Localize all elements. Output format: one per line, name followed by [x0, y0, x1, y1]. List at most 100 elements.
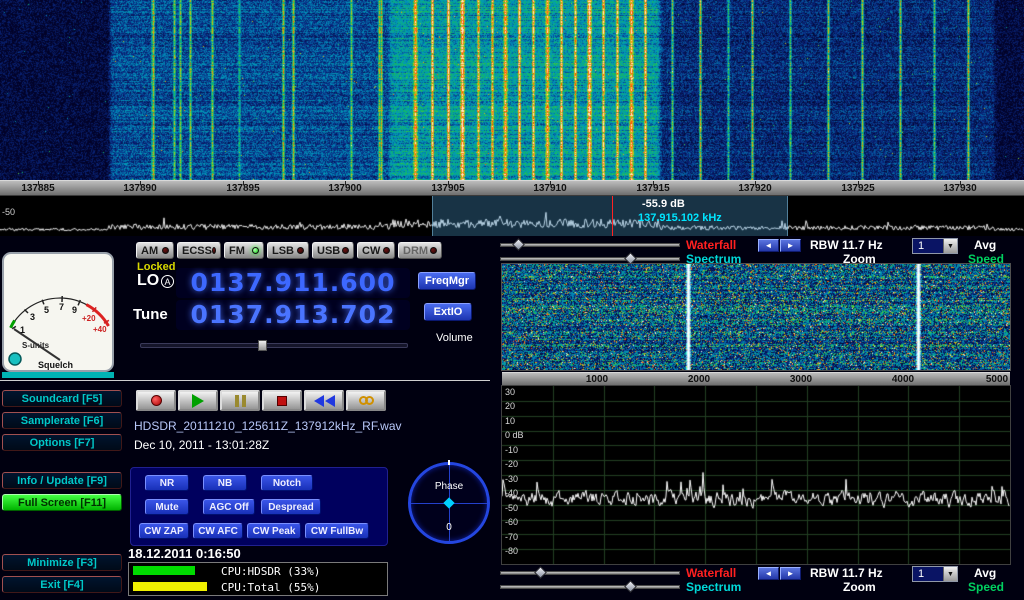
freq-tick-label: 137900 — [315, 183, 375, 194]
freq-tick-label: 137930 — [930, 183, 990, 194]
chevron-down-icon[interactable]: ▼ — [943, 239, 957, 253]
mode-button-usb[interactable]: USB — [312, 242, 354, 259]
usb-led-icon — [342, 247, 349, 254]
stop-button[interactable] — [262, 390, 302, 411]
waterfall-label-2: Waterfall — [686, 566, 736, 580]
freqmgr-button[interactable]: FreqMgr — [418, 272, 476, 290]
db-tick-label: 20 — [505, 401, 515, 411]
waterfall-label: Waterfall — [686, 238, 736, 252]
mode-button-lsb[interactable]: LSB — [267, 242, 309, 259]
info-update-button[interactable]: Info / Update [F9] — [2, 472, 122, 489]
spectrum-zoom-thumb[interactable] — [624, 252, 637, 265]
rbw-label: RBW 11.7 Hz — [810, 238, 883, 252]
phase-value: 0 — [411, 522, 487, 533]
freq-tick-label: 137890 — [110, 183, 170, 194]
signal-db-readout: -55.9 dB — [642, 198, 685, 210]
play-button[interactable] — [178, 390, 218, 411]
play-icon — [192, 394, 204, 408]
mode-button-drm[interactable]: DRM — [398, 242, 442, 259]
notch-button[interactable]: Notch — [261, 475, 313, 491]
date-time-display: 18.12.2011 0:16:50 — [128, 546, 241, 561]
signal-level-bar — [2, 372, 114, 378]
freq-tick-label: 137885 — [8, 183, 68, 194]
af-tick-label: 4000 — [873, 374, 933, 385]
despread-button[interactable]: Despread — [261, 499, 321, 515]
shift-left-button-2[interactable]: ◄ — [758, 567, 779, 580]
s-meter[interactable]: 1 3 5 7 9 +20 +40 S-units Squelch — [2, 252, 114, 372]
avg-select-2[interactable]: 1 ▼ — [912, 566, 958, 582]
dsp-panel: NR NB Notch Mute AGC Off Despread CW ZAP… — [130, 467, 388, 546]
mode-button-ecss[interactable]: ECSS — [177, 242, 221, 259]
main-waterfall-display[interactable] — [0, 0, 1024, 180]
meter-tick-label: +40 — [93, 325, 107, 334]
freq-tick-label: 137905 — [418, 183, 478, 194]
main-spectrum-strip[interactable]: -50 -55.9 dB 137.915.102 kHz — [0, 196, 1024, 236]
am-led-icon — [162, 247, 169, 254]
avg-label: Avg — [974, 238, 996, 252]
cw-peak-button[interactable]: CW Peak — [247, 523, 301, 539]
tune-marker[interactable] — [612, 196, 613, 236]
mode-button-am[interactable]: AM — [136, 242, 174, 259]
tune-frequency-display[interactable]: 0137.913.702 — [176, 300, 410, 330]
zoom-label-2: Zoom — [843, 580, 876, 594]
pause-button[interactable] — [220, 390, 260, 411]
mode-button-cw[interactable]: CW — [357, 242, 395, 259]
squelch-knob[interactable] — [9, 353, 21, 365]
nb-button[interactable]: NB — [203, 475, 247, 491]
main-frequency-scale[interactable]: 137885 137890 137895 137900 137905 13791… — [0, 180, 1024, 196]
soundcard-button[interactable]: Soundcard [F5] — [2, 390, 122, 407]
waterfall-brightness-track[interactable] — [500, 243, 680, 247]
af-tick-label: 3000 — [771, 374, 831, 385]
cw-zap-button[interactable]: CW ZAP — [139, 523, 189, 539]
agc-button[interactable]: AGC Off — [203, 499, 255, 515]
cpu-hdsdr-label: CPU:HDSDR (33%) — [221, 565, 320, 578]
shift-right-button-2[interactable]: ► — [780, 567, 801, 580]
spectrum-zoom-thumb-2[interactable] — [624, 580, 637, 593]
extio-button[interactable]: ExtIO — [424, 303, 472, 321]
freq-tick-label: 137910 — [520, 183, 580, 194]
lsb-led-icon — [297, 247, 304, 254]
exit-button[interactable]: Exit [F4] — [2, 576, 122, 593]
spectrum-zoom-track-2[interactable] — [500, 585, 680, 589]
spectrum-zoom-track[interactable] — [500, 257, 680, 261]
avg-select[interactable]: 1 ▼ — [912, 238, 958, 254]
record-button[interactable] — [136, 390, 176, 411]
fullscreen-button[interactable]: Full Screen [F11] — [2, 494, 122, 511]
shift-right-button[interactable]: ► — [780, 239, 801, 252]
lo-channel-badge: A — [161, 275, 174, 288]
cpu-total-label: CPU:Total (55%) — [221, 581, 320, 594]
hdsdr-window: 137885 137890 137895 137900 137905 13791… — [0, 0, 1024, 600]
speed-label-2: Speed — [968, 580, 1004, 594]
af-frequency-scale[interactable]: 1000 2000 3000 4000 5000 — [502, 372, 1010, 386]
rf-gain-track[interactable] — [0, 380, 490, 381]
passband-highlight — [432, 196, 788, 236]
waterfall-brightness-track-2[interactable] — [500, 571, 680, 575]
af-spectrum-display[interactable]: 30 20 10 0 dB -10 -20 -30 -40 -50 -60 -7… — [502, 386, 1010, 564]
volume-slider-track[interactable] — [140, 343, 408, 348]
db-tick-label: -30 — [505, 474, 518, 484]
volume-slider-thumb[interactable] — [258, 340, 267, 351]
nr-button[interactable]: NR — [145, 475, 189, 491]
shift-left-button[interactable]: ◄ — [758, 239, 779, 252]
minimize-button[interactable]: Minimize [F3] — [2, 554, 122, 571]
loop-button[interactable] — [346, 390, 386, 411]
options-button[interactable]: Options [F7] — [2, 434, 122, 451]
mute-button[interactable]: Mute — [145, 499, 189, 515]
waterfall-brightness-thumb[interactable] — [512, 238, 525, 251]
samplerate-button[interactable]: Samplerate [F6] — [2, 412, 122, 429]
phase-scope[interactable]: Phase 0 — [408, 462, 490, 544]
chevron-down-icon[interactable]: ▼ — [943, 567, 957, 581]
lo-frequency-display[interactable]: 0137.911.600 — [176, 268, 410, 298]
meter-tick-label: 5 — [44, 305, 49, 315]
stop-icon — [277, 396, 287, 406]
db-tick-label: -20 — [505, 459, 518, 469]
meter-tick-label: 7 — [59, 302, 64, 312]
cw-fullbw-button[interactable]: CW FullBw — [305, 523, 369, 539]
waterfall-brightness-thumb-2[interactable] — [534, 566, 547, 579]
cw-afc-button[interactable]: CW AFC — [193, 523, 243, 539]
af-waterfall-display[interactable] — [502, 264, 1010, 370]
fm-led-icon — [252, 247, 259, 254]
record-icon — [151, 395, 162, 406]
rewind-button[interactable] — [304, 390, 344, 411]
mode-button-fm[interactable]: FM — [224, 242, 264, 259]
